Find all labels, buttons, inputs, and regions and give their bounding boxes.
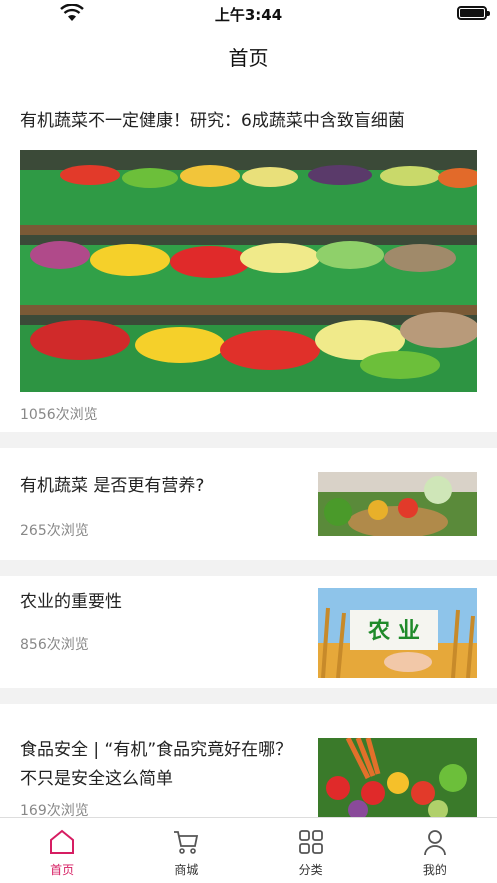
featured-article[interactable]: 有机蔬菜不一定健康！研究：6成蔬菜中含致盲细菌 1056次浏览 [0, 84, 497, 432]
tab-label: 我的 [422, 863, 447, 877]
article-title: 食品安全 | “有机”食品究竟好在哪？不只是安全这么简单 [20, 740, 293, 789]
featured-article-title: 有机蔬菜不一定健康！研究：6成蔬菜中含致盲细菌 [20, 111, 405, 131]
page-title: 首页 [228, 46, 269, 70]
cart-icon [174, 831, 199, 854]
home-icon [50, 829, 75, 854]
article-views: 856次浏览 [20, 637, 89, 653]
article-views: 169次浏览 [20, 803, 89, 817]
tab-label: 商城 [174, 863, 199, 877]
status-time: 上午3:44 [214, 6, 283, 24]
grid-icon [298, 830, 323, 854]
article-thumbnail [318, 472, 477, 536]
tab-bar: 首页 商城 分类 我的 [0, 817, 497, 883]
article-item[interactable]: 农业的重要性 856次浏览 农 业 [0, 576, 497, 688]
status-bar: 上午3:44 [0, 0, 497, 26]
tab-category[interactable]: 分类 [249, 818, 373, 883]
article-thumbnail [318, 738, 477, 817]
thumbnail-caption: 农 业 [367, 618, 420, 644]
tab-label: 分类 [298, 863, 323, 877]
article-title: 农业的重要性 [20, 592, 122, 612]
tab-home[interactable]: 首页 [0, 818, 124, 883]
user-icon [423, 830, 446, 856]
featured-article-image [20, 150, 477, 392]
article-thumbnail: 农 业 [318, 588, 477, 678]
article-title: 有机蔬菜 是否更有营养? [20, 476, 205, 496]
tab-mall[interactable]: 商城 [124, 818, 248, 883]
article-item[interactable]: 食品安全 | “有机”食品究竟好在哪？不只是安全这么简单 169次浏览 [0, 704, 497, 817]
article-views: 265次浏览 [20, 523, 89, 539]
battery-icon [457, 6, 490, 20]
featured-article-views: 1056次浏览 [20, 407, 98, 423]
tab-label: 首页 [50, 863, 75, 877]
nav-bar: 首页 [0, 26, 497, 84]
article-item[interactable]: 有机蔬菜 是否更有营养? 265次浏览 [0, 448, 497, 560]
tab-profile[interactable]: 我的 [373, 818, 497, 883]
article-feed: 有机蔬菜不一定健康！研究：6成蔬菜中含致盲细菌 1056次浏览 有机蔬菜 是否更… [0, 84, 497, 817]
